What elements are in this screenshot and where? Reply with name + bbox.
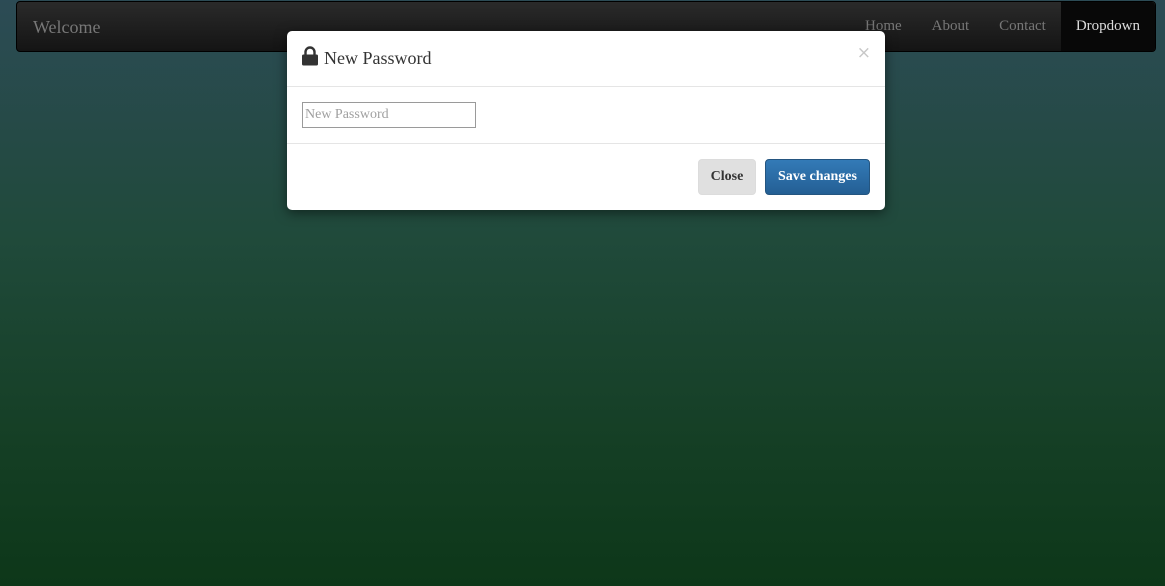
close-button[interactable]: Close (698, 159, 756, 195)
save-changes-button[interactable]: Save changes (765, 159, 870, 195)
nav-item-dropdown[interactable]: Dropdown (1060, 2, 1155, 51)
lock-icon (302, 46, 318, 66)
new-password-input[interactable] (302, 102, 476, 128)
nav-item-about[interactable]: About (917, 2, 985, 51)
nav-item-contact[interactable]: Contact (984, 2, 1061, 51)
new-password-modal: New Password × Close Save changes (287, 31, 885, 210)
close-icon[interactable]: × (857, 41, 871, 65)
navbar-brand[interactable]: Welcome (33, 15, 101, 39)
nav-items: Home About Contact Dropdown (850, 2, 1155, 51)
modal-header: New Password × (287, 31, 885, 87)
modal-title: New Password (324, 48, 432, 68)
modal-body (287, 87, 885, 144)
